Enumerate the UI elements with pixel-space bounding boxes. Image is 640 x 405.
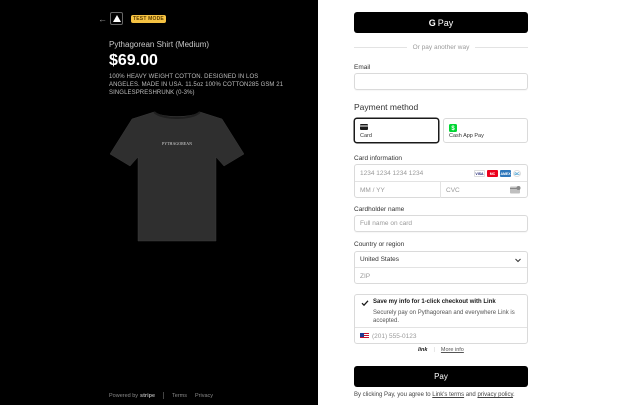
payment-option-label: Cash App Pay [449,133,484,139]
back-arrow-icon[interactable]: ← [98,14,108,24]
product-description: 100% HEAVY WEIGHT COTTON. DESIGNED IN LO… [109,74,284,96]
footer-divider [163,392,165,399]
privacy-link[interactable]: Privacy [195,393,213,399]
terms-suffix: . [513,392,515,398]
amex-icon: AMEX [500,170,511,177]
card-expiry-placeholder: MM / YY [360,186,385,194]
shirt-print-text: PYTHAGOREAN [162,141,192,146]
card-information-group: 1234 1234 1234 1234 VISA MC AMEX DC MM /… [354,164,528,198]
card-number-placeholder: 1234 1234 1234 1234 [360,169,424,177]
link-logo: link [418,347,428,353]
pay-button-label: Pay [434,372,448,381]
terms-prefix: By clicking Pay, you agree to [354,392,433,398]
order-summary-panel: ← TEST MODE Pythagorean Shirt (Medium) $… [0,0,318,405]
country-group: United States ZIP [354,251,528,284]
privacy-policy-link[interactable]: privacy policy [477,392,513,398]
email-label: Email [354,64,371,71]
zip-placeholder: ZIP [360,272,371,280]
email-field[interactable] [354,73,528,90]
phone-field[interactable]: (201) 555-0123 [355,327,527,344]
link-separator: | [433,347,435,353]
card-cvc-field[interactable]: CVC [441,182,527,198]
card-number-field[interactable]: 1234 1234 1234 1234 VISA MC AMEX DC [355,165,527,182]
checkmark-icon[interactable] [361,299,369,307]
triangle-logo-icon [112,15,121,22]
cardholder-name-placeholder: Full name on card [360,220,413,227]
terms-link[interactable]: Terms [172,393,187,399]
link-info-row: link | More info [418,347,464,353]
country-select[interactable]: United States [355,252,527,268]
card-icon [360,124,368,130]
cash-app-icon: $ [449,124,457,132]
link-save-info-box: Save my info for 1-click checkout with L… [354,294,528,344]
pay-button[interactable]: Pay [354,366,528,387]
card-brands: VISA MC AMEX DC [474,170,521,177]
terms-text: By clicking Pay, you agree to Link's ter… [354,392,515,398]
link-save-subtitle: Securely pay on Pythagorean and everywhe… [373,310,515,324]
or-text: Or pay another way [412,44,470,51]
diners-club-icon: DC [513,170,521,177]
payment-option-card[interactable]: Card [354,118,439,143]
zip-field[interactable]: ZIP [355,268,527,284]
terms-and: and [464,392,478,398]
visa-icon: VISA [474,170,485,177]
merchant-logo[interactable] [110,12,123,25]
card-cvc-placeholder: CVC [446,186,460,194]
payment-option-label: Card [360,133,372,139]
cardholder-name-field[interactable]: Full name on card [354,215,528,232]
google-pay-label: Pay [437,17,454,28]
google-g-icon: G [428,17,436,28]
payment-panel [318,0,640,405]
card-expiry-field[interactable]: MM / YY [355,182,441,198]
test-mode-badge: TEST MODE [131,15,166,23]
payment-option-cash-app[interactable]: $ Cash App Pay [443,118,528,143]
divider-line [475,47,529,48]
country-selected-value: United States [360,256,400,263]
google-pay-button[interactable]: G Pay [354,12,528,33]
country-label: Country or region [354,241,405,248]
payment-method-title: Payment method [354,102,419,112]
link-terms-link[interactable]: Link's terms [432,392,464,398]
more-info-link[interactable]: More info [441,347,464,353]
us-flag-icon [360,333,369,339]
product-price: $69.00 [109,52,158,69]
mastercard-icon: MC [487,170,498,177]
stripe-logo[interactable]: stripe [140,393,155,399]
phone-placeholder: (201) 555-0123 [372,332,417,340]
chevron-down-icon [515,258,521,263]
card-information-label: Card information [354,155,403,162]
cardholder-name-label: Cardholder name [354,206,405,213]
link-save-title: Save my info for 1-click checkout with L… [373,299,496,305]
product-image: PYTHAGOREAN [110,111,244,242]
cvc-card-icon [510,186,521,194]
divider-line [354,47,407,48]
footer: Powered by stripe Terms Privacy [109,392,213,399]
powered-by-text: Powered by [109,392,139,399]
or-divider: Or pay another way [354,44,529,51]
product-name: Pythagorean Shirt (Medium) [109,40,210,49]
